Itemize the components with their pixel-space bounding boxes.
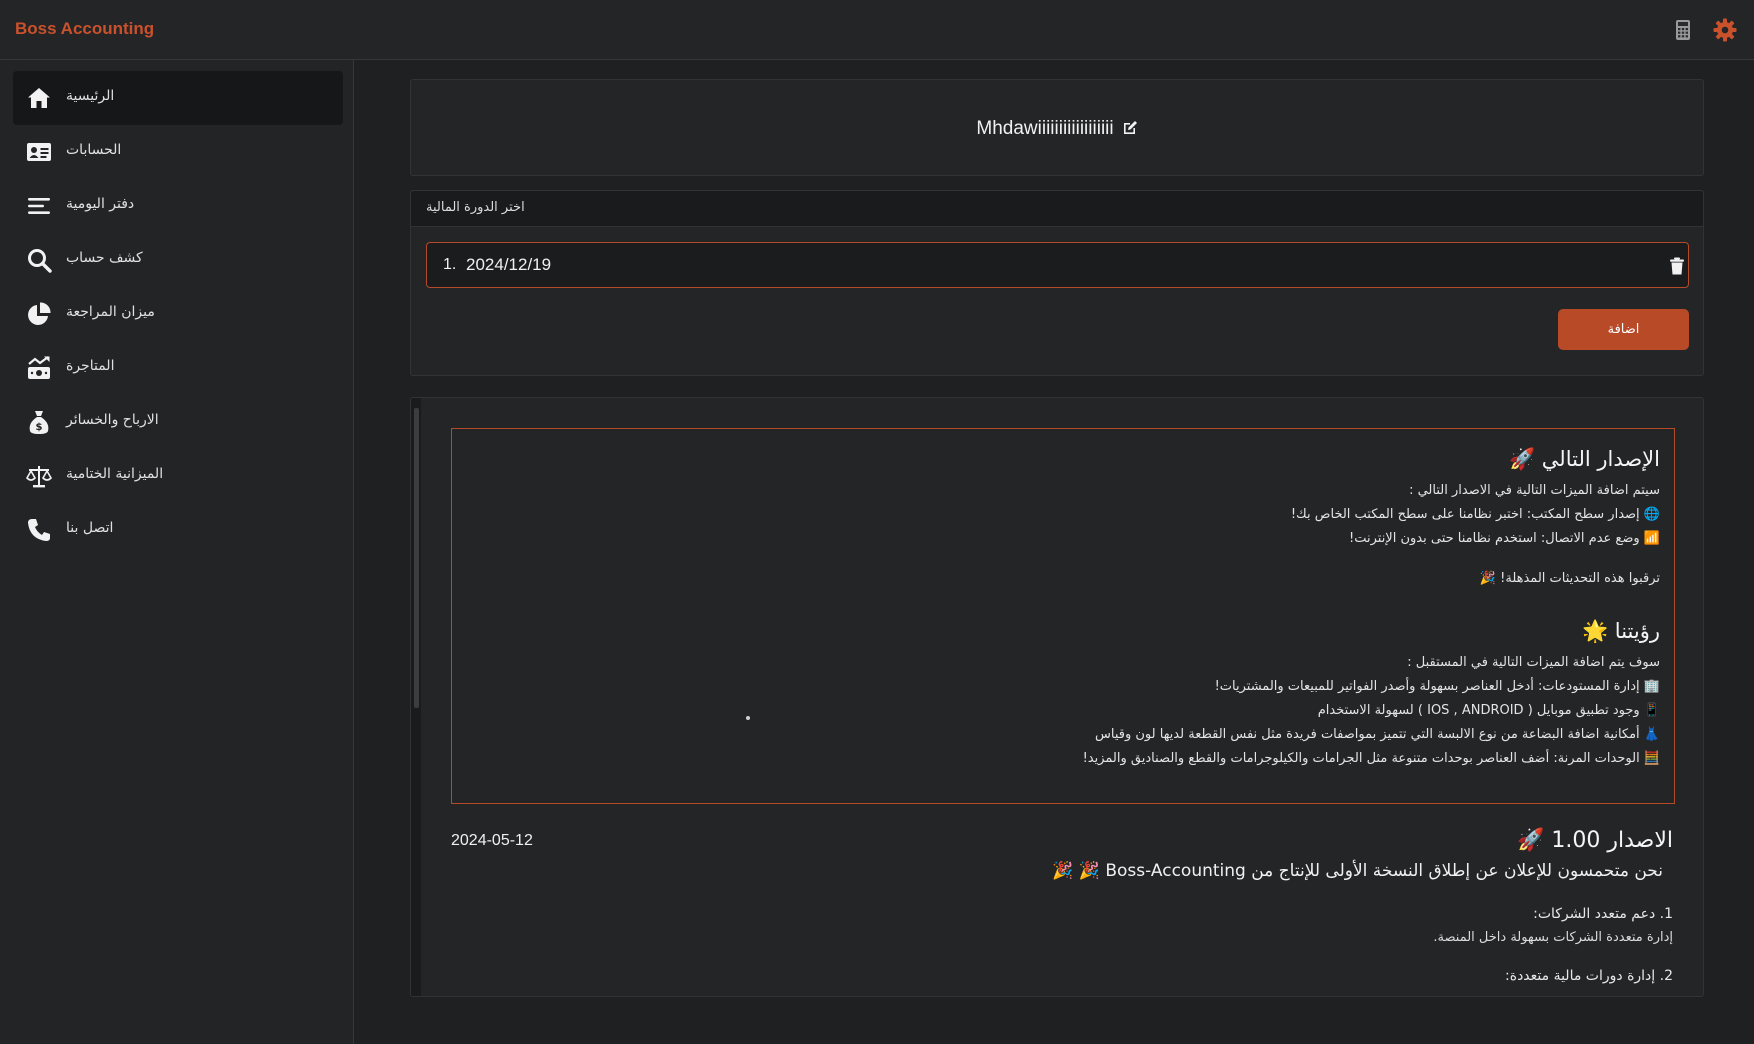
financial-cycle-index: 1. xyxy=(443,256,457,273)
company-card: Mhdawiiiiiiiiiiiiiiiiii xyxy=(410,79,1704,176)
sidebar-item-contact-us[interactable]: اتصل بنا xyxy=(13,503,343,557)
phone-icon xyxy=(28,519,50,541)
calculator-icon[interactable] xyxy=(1671,18,1695,42)
home-icon xyxy=(28,88,50,108)
financial-cycle-card: اختر الدورة المالية 1. 2024/12/19 اضافة xyxy=(410,190,1704,376)
release-description: نحن متحمسون للإعلان عن إطلاق النسخة الأو… xyxy=(1052,861,1663,881)
vision-title: رؤيتنا 🌟 xyxy=(1581,619,1660,643)
search-icon xyxy=(28,249,52,273)
sidebar-item-label: المتاجرة xyxy=(66,358,115,374)
edit-icon[interactable] xyxy=(1122,120,1138,136)
vision-feature: 🧮 الوحدات المرنة: أضف العناصر بوحدات متن… xyxy=(1082,751,1660,766)
sidebar-item-label: الحسابات xyxy=(66,142,122,158)
sidebar-item-accounts[interactable]: الحسابات xyxy=(13,125,343,179)
upcoming-footer: ترقبوا هذه التحديثات المذهلة! 🎉 xyxy=(1479,571,1660,586)
stray-dot xyxy=(746,716,750,720)
financial-cycle-title: اختر الدورة المالية xyxy=(426,200,525,215)
sidebar-item-journal[interactable]: دفتر اليومية xyxy=(13,179,343,233)
release-date: 2024-05-12 xyxy=(451,832,533,849)
sidebar-item-label: الرئيسية xyxy=(66,88,115,104)
release-title: الاصدار 1.00 🚀 xyxy=(1517,828,1673,853)
top-bar: Boss Accounting xyxy=(0,0,1754,60)
settings-gear-icon[interactable] xyxy=(1713,18,1737,42)
money-bag-icon: $ xyxy=(29,411,49,434)
sidebar-item-account-statement[interactable]: كشف حساب xyxy=(13,233,343,287)
financial-cycle-date: 2024/12/19 xyxy=(466,255,552,274)
release-item-title: 2. إدارة دورات مالية متعددة: xyxy=(1505,968,1673,984)
sidebar-item-label: الارباح والخسائر xyxy=(66,412,159,428)
upcoming-intro: سيتم اضافة الميزات التالية في الاصدار ال… xyxy=(1409,483,1660,498)
sidebar-item-profit-loss[interactable]: $ الارباح والخسائر xyxy=(13,395,343,449)
scale-icon xyxy=(26,466,52,488)
sidebar-item-trial-balance[interactable]: ميزان المراجعة xyxy=(13,287,343,341)
sidebar-item-home[interactable]: الرئيسية xyxy=(13,71,343,125)
vision-feature: 📱 وجود تطبيق موبايل ( IOS , ANDROID ) لس… xyxy=(1317,703,1660,718)
sidebar: الرئيسية الحسابات دفتر اليومية كشف حساب xyxy=(0,60,354,1044)
menu-lines-icon xyxy=(28,198,50,214)
trading-icon xyxy=(28,356,50,379)
release-item-title: 1. دعم متعدد الشركات: xyxy=(1533,906,1673,922)
sidebar-item-label: كشف حساب xyxy=(66,250,143,266)
sidebar-item-trading[interactable]: المتاجرة xyxy=(13,341,343,395)
trash-icon[interactable] xyxy=(1669,257,1685,275)
financial-cycle-header: اختر الدورة المالية xyxy=(411,191,1703,227)
sidebar-item-balance-sheet[interactable]: الميزانية الختامية xyxy=(13,449,343,503)
scrollbar-thumb[interactable] xyxy=(414,408,419,708)
scrollbar[interactable] xyxy=(411,398,421,996)
news-card: الإصدار التالي 🚀 سيتم اضافة الميزات التا… xyxy=(410,397,1704,997)
sidebar-item-label: دفتر اليومية xyxy=(66,196,135,212)
sidebar-item-label: الميزانية الختامية xyxy=(66,466,164,482)
vision-intro: سوف يتم اضافة الميزات التالية في المستقب… xyxy=(1407,655,1660,670)
pie-chart-icon xyxy=(28,302,51,325)
vision-feature: 👗 أمكانية اضافة البضاعة من نوع الالبسة ا… xyxy=(1095,727,1660,742)
company-name-row: Mhdawiiiiiiiiiiiiiiiiii xyxy=(411,118,1703,140)
upcoming-feature: 📶 وضع عدم الاتصال: استخدم نظامنا حتى بدو… xyxy=(1349,531,1660,546)
financial-cycle-item[interactable]: 1. 2024/12/19 xyxy=(426,242,1689,288)
sidebar-item-label: ميزان المراجعة xyxy=(66,304,155,320)
release-item-description: إدارة متعددة الشركات بسهولة داخل المنصة. xyxy=(1433,930,1673,945)
vision-feature: 🏢 إدارة المستودعات: أدخل العناصر بسهولة … xyxy=(1214,679,1660,694)
upcoming-features-box: الإصدار التالي 🚀 سيتم اضافة الميزات التا… xyxy=(451,428,1675,804)
company-name: Mhdawiiiiiiiiiiiiiiiiii xyxy=(976,118,1114,139)
app-title[interactable]: Boss Accounting xyxy=(15,19,154,39)
upcoming-title: الإصدار التالي 🚀 xyxy=(1508,447,1660,471)
add-cycle-button[interactable]: اضافة xyxy=(1558,309,1689,350)
sidebar-item-label: اتصل بنا xyxy=(66,520,114,536)
upcoming-feature: 🌐 إصدار سطح المكتب: اختبر نظامنا على سطح… xyxy=(1290,507,1660,522)
svg-text:$: $ xyxy=(36,422,43,433)
id-card-icon xyxy=(27,143,51,161)
